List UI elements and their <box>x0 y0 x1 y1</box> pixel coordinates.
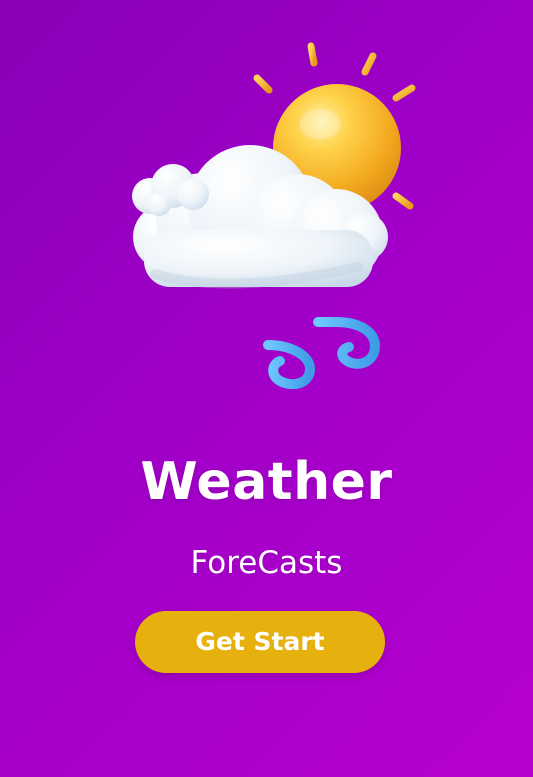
onboarding-screen: Weather ForeCasts Get Start <box>0 0 533 777</box>
wind-icon <box>105 317 381 390</box>
app-title: Weather <box>140 452 393 512</box>
weather-illustration <box>100 36 445 406</box>
app-subtitle: ForeCasts <box>190 545 343 581</box>
weather-illustration-svg <box>105 42 434 390</box>
get-start-button[interactable]: Get Start <box>135 611 385 673</box>
